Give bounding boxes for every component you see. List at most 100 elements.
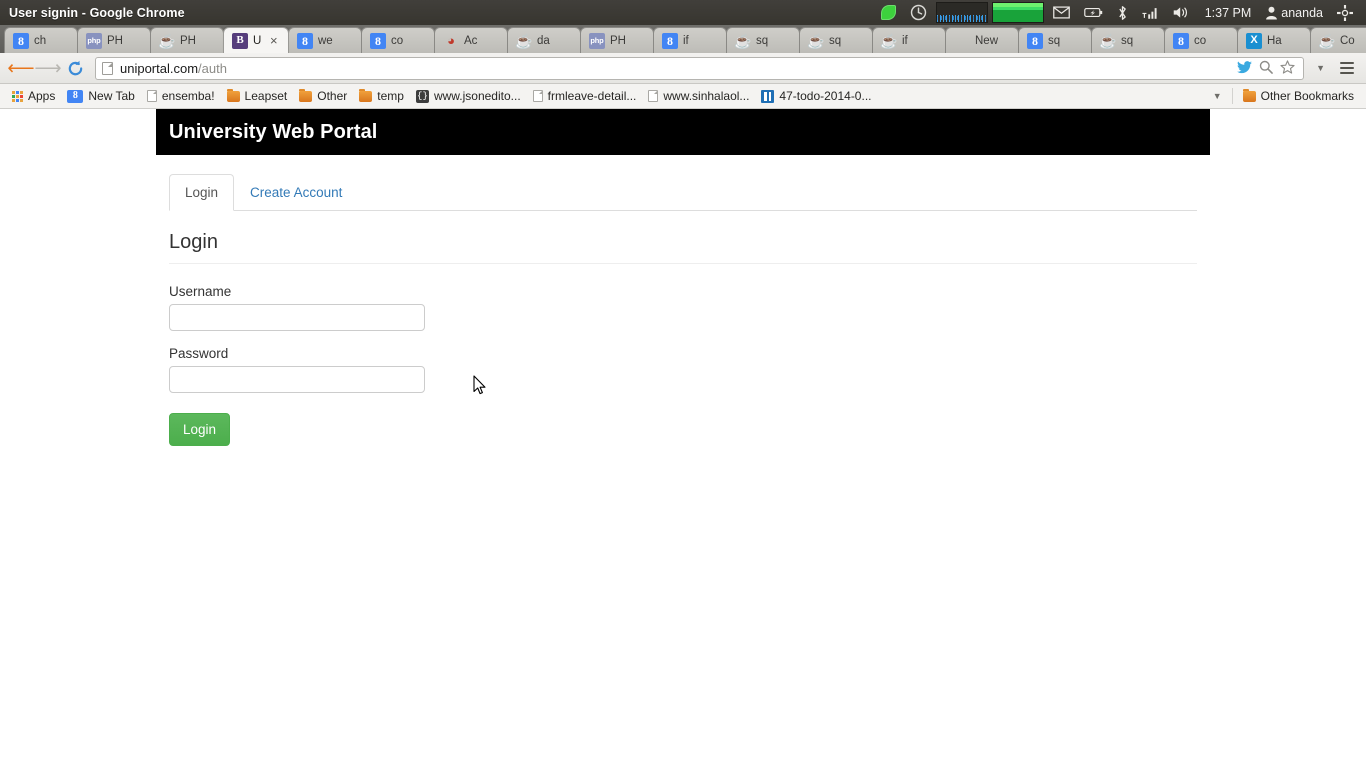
star-icon[interactable]: [1280, 60, 1295, 76]
google-icon: 8: [67, 89, 84, 103]
search-icon[interactable]: [1259, 60, 1273, 76]
browser-tab-title: da: [537, 34, 550, 47]
page-info-icon[interactable]: [102, 61, 113, 75]
network-graph-widget[interactable]: [934, 0, 990, 25]
bookmark-item[interactable]: Apps: [6, 87, 61, 105]
browser-tab-title: New: [975, 34, 999, 47]
browser-tab-title: PH: [180, 34, 196, 47]
browser-tab[interactable]: 8 if: [653, 27, 727, 53]
bookmark-item[interactable]: 8 New Tab: [61, 87, 140, 105]
browser-tab[interactable]: ☕ da: [507, 27, 581, 53]
browser-tab-title: we: [318, 34, 333, 47]
battery-icon[interactable]: [1077, 0, 1110, 25]
browser-tab[interactable]: ☕ Co: [1310, 27, 1366, 53]
bookmark-label: Leapset: [244, 89, 288, 103]
browser-tab-title: sq: [1121, 34, 1134, 47]
browser-tab-title: sq: [829, 34, 842, 47]
bookmark-label: frmleave-detail...: [547, 89, 637, 103]
browser-tab[interactable]: New: [945, 27, 1019, 53]
bookmark-item[interactable]: 47-todo-2014-0...: [755, 87, 877, 105]
bookmark-item[interactable]: {} www.jsonedito...: [410, 87, 527, 105]
acrobat-icon: ◕: [447, 33, 455, 48]
hamburger-menu-icon[interactable]: [1336, 55, 1358, 81]
other-bookmarks-folder[interactable]: Other Bookmarks: [1237, 87, 1360, 105]
login-button[interactable]: Login: [169, 413, 231, 447]
tab-create-account[interactable]: Create Account: [234, 174, 358, 211]
forward-arrow-icon[interactable]: ⟶: [34, 55, 61, 81]
bookmark-item[interactable]: Other: [293, 87, 353, 105]
signal-strength-icon[interactable]: [1135, 0, 1165, 25]
bluetooth-icon[interactable]: [1110, 0, 1135, 25]
site-header: University Web Portal: [156, 109, 1210, 155]
bookmark-item[interactable]: www.sinhalaol...: [642, 87, 755, 105]
page-nav-tabs[interactable]: Login Create Account: [169, 173, 1197, 211]
chevron-down-icon[interactable]: ▼: [1310, 63, 1331, 73]
password-input[interactable]: [169, 366, 425, 393]
mail-icon[interactable]: [1046, 0, 1077, 25]
user-menu[interactable]: ananda: [1258, 0, 1330, 25]
url-domain: uniportal.com: [120, 60, 199, 76]
gear-icon[interactable]: [1330, 0, 1360, 25]
browser-tab[interactable]: ☕ sq: [799, 27, 873, 53]
clock-time[interactable]: 1:37 PM: [1198, 0, 1259, 25]
browser-tab[interactable]: php PH: [77, 27, 151, 53]
bootstrap-icon: B: [232, 32, 248, 49]
bookmark-item[interactable]: ensemba!: [141, 87, 221, 105]
folder-icon: [299, 88, 313, 102]
bookmark-label: ensemba!: [161, 89, 215, 103]
other-bookmarks-label: Other Bookmarks: [1260, 89, 1354, 103]
browser-tab[interactable]: 8 ch: [4, 27, 78, 53]
chevron-down-icon[interactable]: ▼: [1207, 91, 1228, 101]
browser-tab[interactable]: 8 co: [1164, 27, 1238, 53]
browser-tab[interactable]: php PH: [580, 27, 654, 53]
bookmark-label: 47-todo-2014-0...: [779, 89, 872, 103]
tab-login[interactable]: Login: [169, 173, 235, 211]
browser-tab[interactable]: 8 we: [288, 27, 362, 53]
browser-tab[interactable]: ☕ if: [872, 27, 946, 53]
browser-tab[interactable]: B U ×: [223, 27, 289, 53]
browser-tab[interactable]: 8 co: [361, 27, 435, 53]
tab-create-account-label: Create Account: [250, 184, 343, 200]
browser-tab-strip[interactable]: 8 ch php PH ☕ PH B U × 8 we 8 co ◕ Ac ☕ da php PH 8 if ☕ sq ☕ sq…: [0, 25, 1366, 53]
browser-tab-title: if: [683, 34, 689, 47]
browser-tab[interactable]: X Ha: [1237, 27, 1311, 53]
bookmarks-bar: Apps 8 New Tab ensemba! Leapset Other temp {} ww…: [0, 84, 1366, 109]
page-title: University Web Portal: [169, 120, 378, 143]
back-arrow-icon[interactable]: ⟵: [7, 55, 34, 81]
browser-tab[interactable]: ☕ sq: [1091, 27, 1165, 53]
memory-graph-widget[interactable]: [990, 0, 1046, 25]
apps-grid-icon: [12, 90, 23, 102]
page-container: University Web Portal Login Create Accou…: [156, 109, 1210, 447]
volume-icon[interactable]: [1165, 0, 1198, 25]
browser-tab-title: co: [1194, 34, 1207, 47]
browser-tab[interactable]: ☕ PH: [150, 27, 224, 53]
java-icon: ☕: [880, 32, 898, 49]
leaf-icon[interactable]: [874, 0, 903, 25]
java-icon: ☕: [1099, 32, 1117, 49]
bookmark-label: www.sinhalaol...: [663, 89, 750, 103]
bookmark-item[interactable]: Leapset: [221, 87, 294, 105]
browser-tab-title: Ha: [1267, 34, 1282, 47]
twitter-icon[interactable]: [1237, 60, 1253, 76]
folder-icon: [359, 88, 373, 102]
clock-time-label: 1:37 PM: [1204, 5, 1252, 20]
close-icon[interactable]: ×: [267, 34, 280, 47]
browser-tab[interactable]: ☕ sq: [726, 27, 800, 53]
browser-tab-title: co: [391, 34, 404, 47]
browser-toolbar: ⟵ ⟶ uniportal.com/auth ▼: [0, 53, 1366, 84]
browser-tab-title: PH: [610, 34, 626, 47]
username-input[interactable]: [169, 304, 425, 331]
reload-icon[interactable]: [62, 55, 88, 81]
bookmark-item[interactable]: frmleave-detail...: [527, 87, 643, 105]
url-path: /auth: [198, 60, 227, 76]
folder-icon: [226, 88, 240, 102]
browser-tab[interactable]: 8 sq: [1018, 27, 1092, 53]
bookmark-item[interactable]: temp: [353, 87, 410, 105]
google-icon: 8: [13, 32, 29, 49]
browser-tab[interactable]: ◕ Ac: [434, 27, 508, 53]
address-bar[interactable]: uniportal.com/auth: [95, 56, 1305, 80]
google-icon: 8: [370, 32, 386, 49]
clock-icon[interactable]: [903, 0, 934, 25]
system-tray: 1:37 PM ananda: [874, 0, 1366, 25]
blank-icon: [954, 33, 970, 49]
